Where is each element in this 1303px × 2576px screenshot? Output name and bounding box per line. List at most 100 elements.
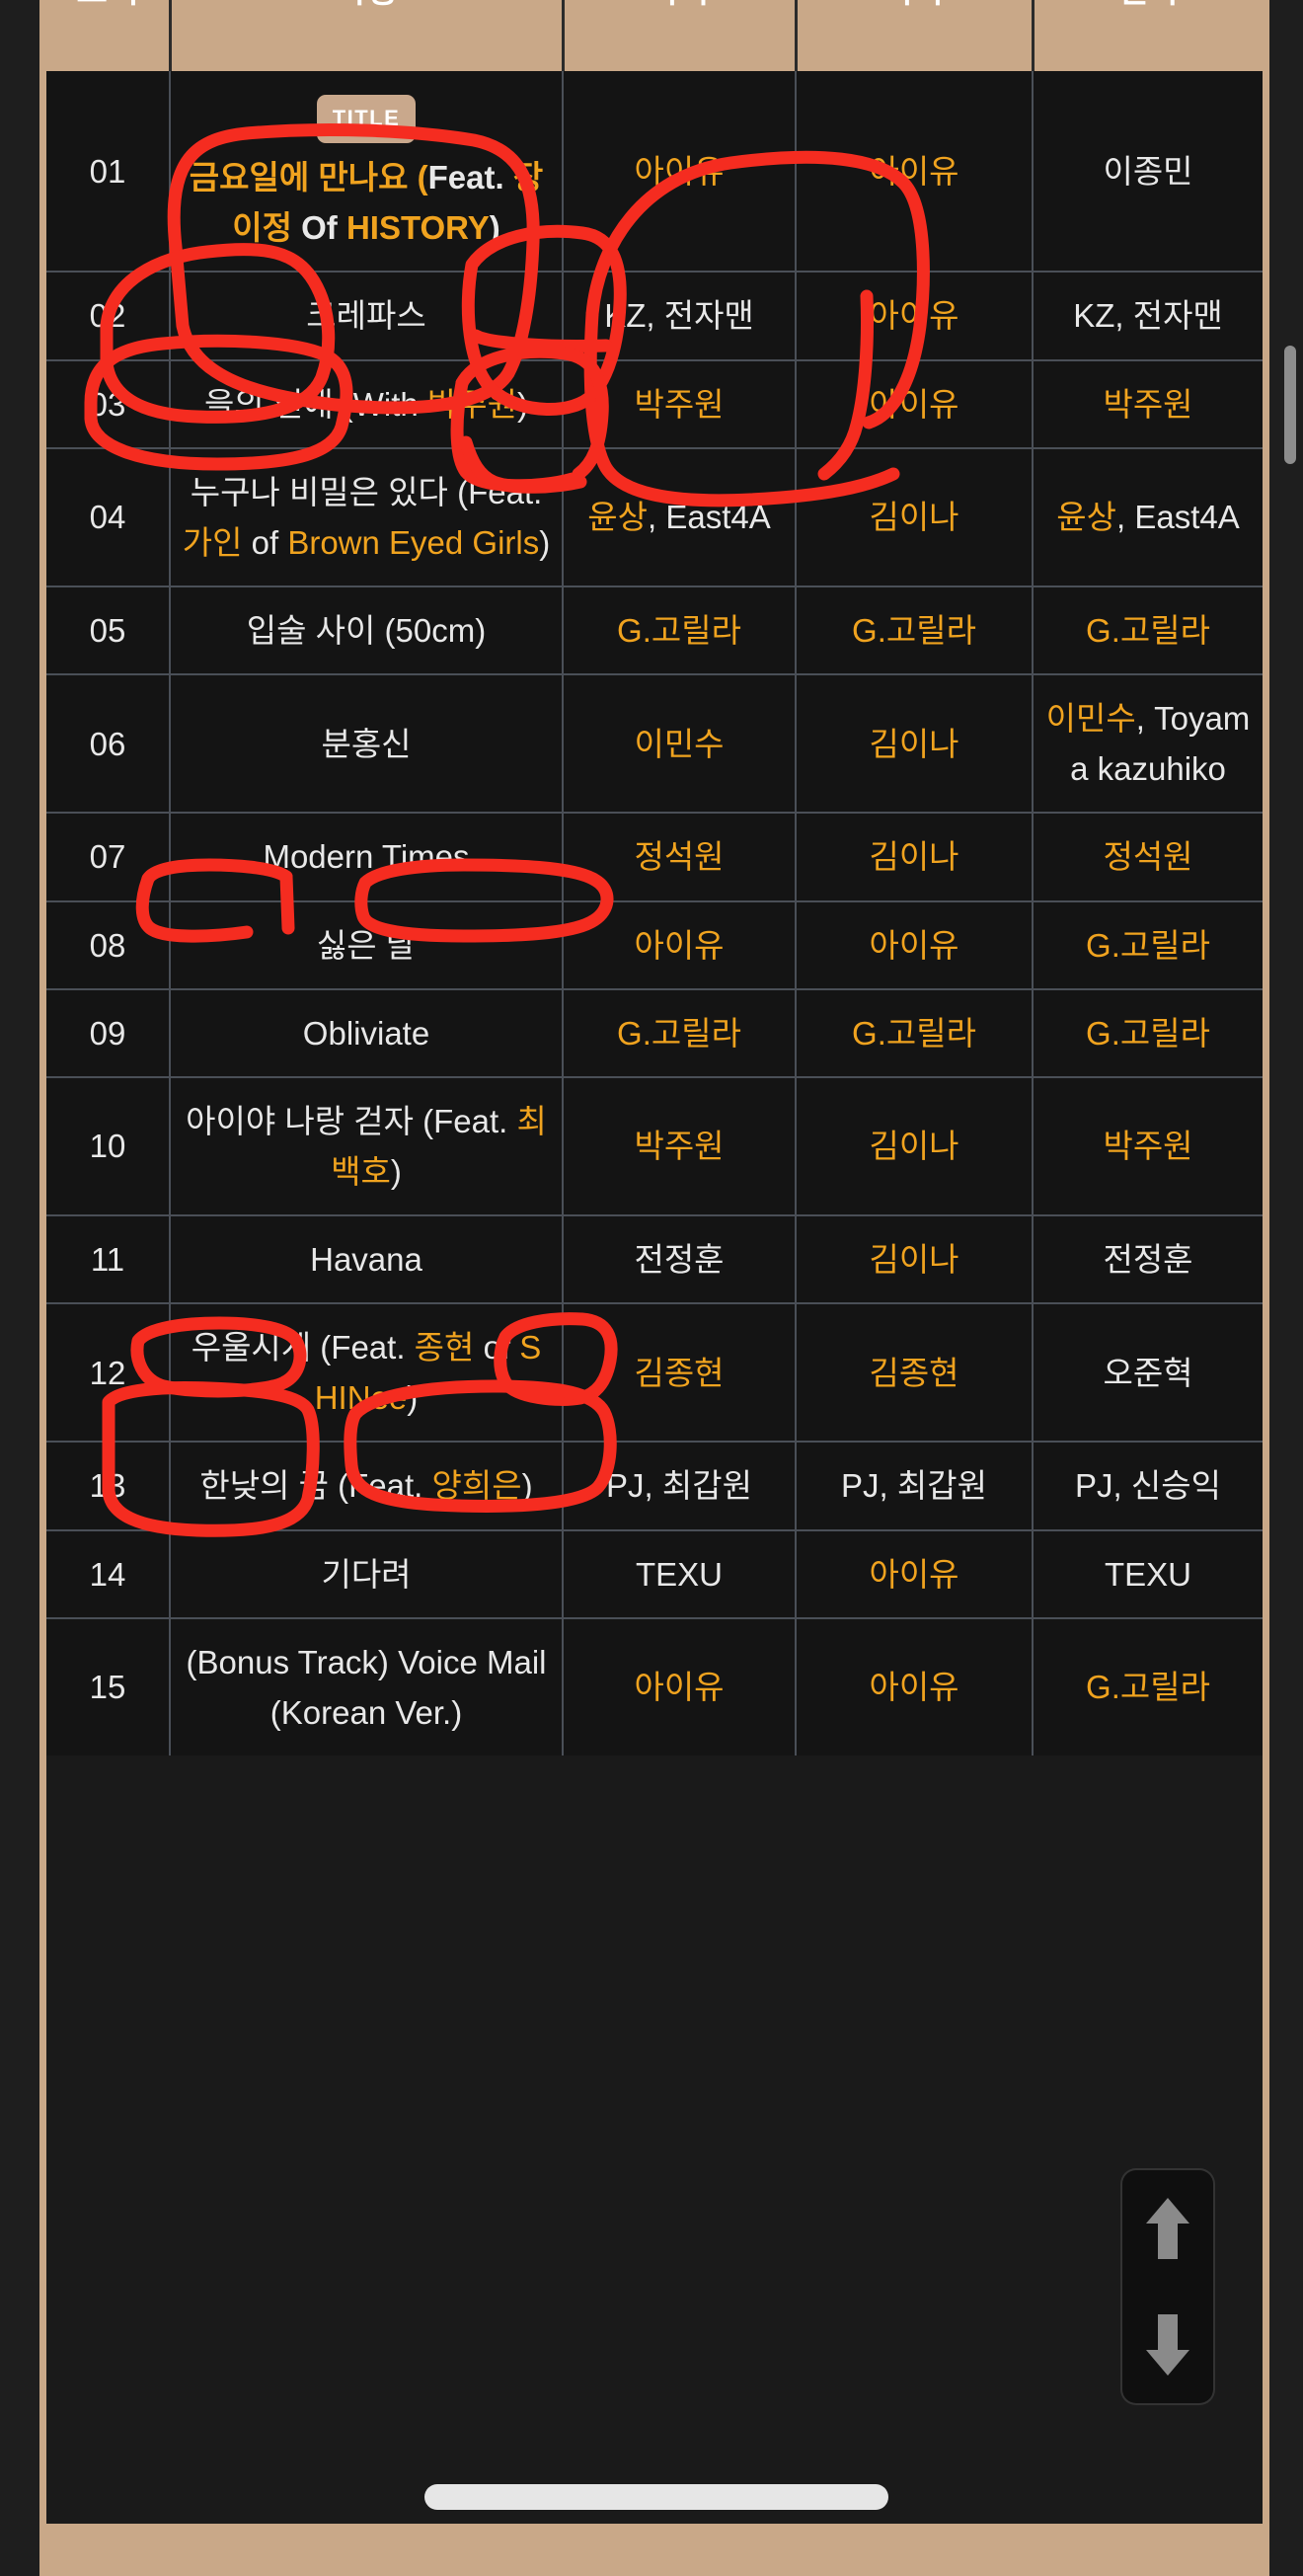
composer-cell[interactable]: KZ, 전자맨 (563, 271, 797, 360)
lyricist-cell[interactable]: 김이나 (796, 1214, 1034, 1304)
lyricist-cell[interactable]: G.고릴라 (796, 987, 1034, 1077)
lyricist-cell[interactable]: 김이나 (796, 673, 1034, 814)
arranger-cell[interactable]: G.고릴라 (1033, 1616, 1263, 1756)
song-title-cell[interactable]: 우울시계 (Feat. 종현 of SHINee) (170, 1302, 564, 1443)
table-row[interactable]: 13 한낮의 꿈 (Feat. 양희은) PJ, 최갑원 PJ, 최갑원 PJ, 신승익 (46, 1441, 1263, 1530)
table-row[interactable]: 12 우울시계 (Feat. 종현 of SHINee) 김종현 김종현 오준혁 (46, 1302, 1263, 1443)
song-title-cell[interactable]: 을의 연애 (With 박주원) (170, 358, 564, 448)
composer-cell[interactable]: 아이유 (563, 71, 797, 273)
column-header-lyricist[interactable]: 작사 (796, 0, 1035, 71)
lyricist-cell[interactable]: 아이유 (796, 71, 1034, 273)
arranger-cell[interactable]: G.고릴라 (1033, 987, 1263, 1077)
lyricist-cell-text: 아이유 (869, 1556, 958, 1593)
arranger-cell[interactable]: G.고릴라 (1033, 899, 1263, 989)
arranger-cell[interactable]: 이종민 (1033, 71, 1263, 273)
arrow-down-icon[interactable] (1140, 2308, 1195, 2381)
song-title-cell[interactable]: Havana (170, 1214, 564, 1304)
song-title-cell[interactable]: Modern Times (170, 812, 564, 901)
scroll-nav-widget[interactable] (1120, 2168, 1215, 2405)
lyricist-cell[interactable]: G.고릴라 (796, 585, 1034, 675)
column-header-title[interactable]: 곡명 (170, 0, 565, 71)
arranger-cell[interactable]: KZ, 전자맨 (1033, 271, 1263, 360)
composer-cell[interactable]: 이민수 (563, 673, 797, 814)
lyricist-cell[interactable]: 아이유 (796, 1616, 1034, 1756)
arrow-up-icon[interactable] (1140, 2192, 1195, 2265)
lyricist-cell-text: 김이나 (869, 838, 958, 875)
table-row[interactable]: 06 분홍신 이민수 김이나 이민수, Toyama kazuhiko (46, 673, 1263, 814)
composer-cell[interactable]: 박주원 (563, 358, 797, 448)
arranger-cell[interactable]: G.고릴라 (1033, 585, 1263, 675)
composer-cell[interactable]: TEXU (563, 1528, 797, 1618)
track-number: 12 (46, 1302, 171, 1443)
composer-cell[interactable]: 전정훈 (563, 1214, 797, 1304)
horizontal-scrollbar-thumb[interactable] (424, 2484, 888, 2510)
song-title-cell[interactable]: 기다려 (170, 1528, 564, 1618)
lyricist-cell[interactable]: 김종현 (796, 1302, 1034, 1443)
text-segment: TEXU (1104, 1555, 1191, 1593)
song-title-cell[interactable]: 싫은 날 (170, 899, 564, 989)
composer-cell[interactable]: 박주원 (563, 1075, 797, 1216)
composer-cell[interactable]: G.고릴라 (563, 585, 797, 675)
column-header-composer[interactable]: 작곡 (563, 0, 798, 71)
lyricist-cell[interactable]: PJ, 최갑원 (796, 1441, 1034, 1530)
lyricist-cell[interactable]: 아이유 (796, 271, 1034, 360)
arranger-cell[interactable]: 박주원 (1033, 1075, 1263, 1216)
table-row[interactable]: 14 기다려 TEXU 아이유 TEXU (46, 1528, 1263, 1618)
table-row[interactable]: 03 을의 연애 (With 박주원) 박주원 아이유 박주원 (46, 358, 1263, 448)
text-segment: 김이나 (869, 1241, 959, 1279)
table-row[interactable]: 15 (Bonus Track) Voice Mail (Korean Ver.)… (46, 1616, 1263, 1756)
column-header-track[interactable]: 트랙 (46, 0, 172, 71)
table-row[interactable]: 09 Obliviate G.고릴라 G.고릴라 G.고릴라 (46, 987, 1263, 1077)
song-title-cell[interactable]: 한낮의 꿈 (Feat. 양희은) (170, 1441, 564, 1530)
text-segment: 금요일에 만나요 ( (189, 159, 428, 196)
arranger-cell[interactable]: 이민수, Toyama kazuhiko (1033, 673, 1263, 814)
lyricist-cell[interactable]: 아이유 (796, 899, 1034, 989)
arranger-cell[interactable]: 윤상, East4A (1033, 446, 1263, 586)
lyricist-cell[interactable]: 김이나 (796, 446, 1034, 586)
table-row[interactable]: 04 누구나 비밀은 있다 (Feat. 가인 of Brown Eyed Gir… (46, 446, 1263, 586)
song-title-cell-text: 크레파스 (306, 297, 425, 334)
table-row[interactable]: 01 TITLE 금요일에 만나요 (Feat. 장이정 Of HISTORY) 아이… (46, 71, 1263, 273)
table-row[interactable]: 10 아이야 나랑 걷자 (Feat. 최백호) 박주원 김이나 박주원 (46, 1075, 1263, 1216)
composer-cell[interactable]: G.고릴라 (563, 987, 797, 1077)
composer-cell[interactable]: 윤상, East4A (563, 446, 797, 586)
table-row[interactable]: 02 크레파스 KZ, 전자맨 아이유 KZ, 전자맨 (46, 271, 1263, 360)
song-title-cell[interactable]: Obliviate (170, 987, 564, 1077)
song-title-cell[interactable]: (Bonus Track) Voice Mail (Korean Ver.) (170, 1616, 564, 1756)
song-title-cell[interactable]: TITLE 금요일에 만나요 (Feat. 장이정 Of HISTORY) (170, 71, 564, 273)
lyricist-cell[interactable]: 김이나 (796, 1075, 1034, 1216)
arranger-cell[interactable]: TEXU (1033, 1528, 1263, 1618)
text-segment: , East4A (1116, 499, 1240, 536)
composer-cell[interactable]: PJ, 최갑원 (563, 1441, 797, 1530)
arranger-cell[interactable]: PJ, 신승익 (1033, 1441, 1263, 1530)
arranger-cell[interactable]: 오준혁 (1033, 1302, 1263, 1443)
song-title-cell[interactable]: 분홍신 (170, 673, 564, 814)
lyricist-cell[interactable]: 아이유 (796, 358, 1034, 448)
composer-cell[interactable]: 정석원 (563, 812, 797, 901)
text-segment: 누구나 비밀은 있다 (Feat. (190, 473, 543, 510)
text-segment: 아이유 (869, 1555, 959, 1593)
song-title-cell[interactable]: 누구나 비밀은 있다 (Feat. 가인 of Brown Eyed Girls… (170, 446, 564, 586)
table-row[interactable]: 11 Havana 전정훈 김이나 전정훈 (46, 1214, 1263, 1304)
text-segment: Brown Eyed Girls (287, 523, 540, 561)
composer-cell[interactable]: 아이유 (563, 899, 797, 989)
song-title-cell[interactable]: 입술 사이 (50cm) (170, 585, 564, 675)
lyricist-cell-text: G.고릴라 (852, 1015, 976, 1052)
lyricist-cell-text: 김이나 (869, 726, 958, 762)
composer-cell[interactable]: 아이유 (563, 1616, 797, 1756)
table-row[interactable]: 07 Modern Times 정석원 김이나 정석원 (46, 812, 1263, 901)
song-title-cell[interactable]: 크레파스 (170, 271, 564, 360)
composer-cell-text: TEXU (636, 1556, 723, 1593)
column-header-arranger[interactable]: 편곡 (1033, 0, 1263, 71)
arranger-cell[interactable]: 전정훈 (1033, 1214, 1263, 1304)
arranger-cell[interactable]: 박주원 (1033, 358, 1263, 448)
song-title-cell[interactable]: 아이야 나랑 걷자 (Feat. 최백호) (170, 1075, 564, 1216)
lyricist-cell[interactable]: 아이유 (796, 1528, 1034, 1618)
table-row[interactable]: 08 싫은 날 아이유 아이유 G.고릴라 (46, 899, 1263, 989)
composer-cell[interactable]: 김종현 (563, 1302, 797, 1443)
arranger-cell[interactable]: 정석원 (1033, 812, 1263, 901)
table-row[interactable]: 05 입술 사이 (50cm) G.고릴라 G.고릴라 G.고릴라 (46, 585, 1263, 675)
lyricist-cell[interactable]: 김이나 (796, 812, 1034, 901)
song-title-cell-text: 누구나 비밀은 있다 (Feat. 가인 of Brown Eyed Girls… (183, 474, 551, 561)
vertical-scrollbar-thumb[interactable] (1284, 346, 1296, 464)
